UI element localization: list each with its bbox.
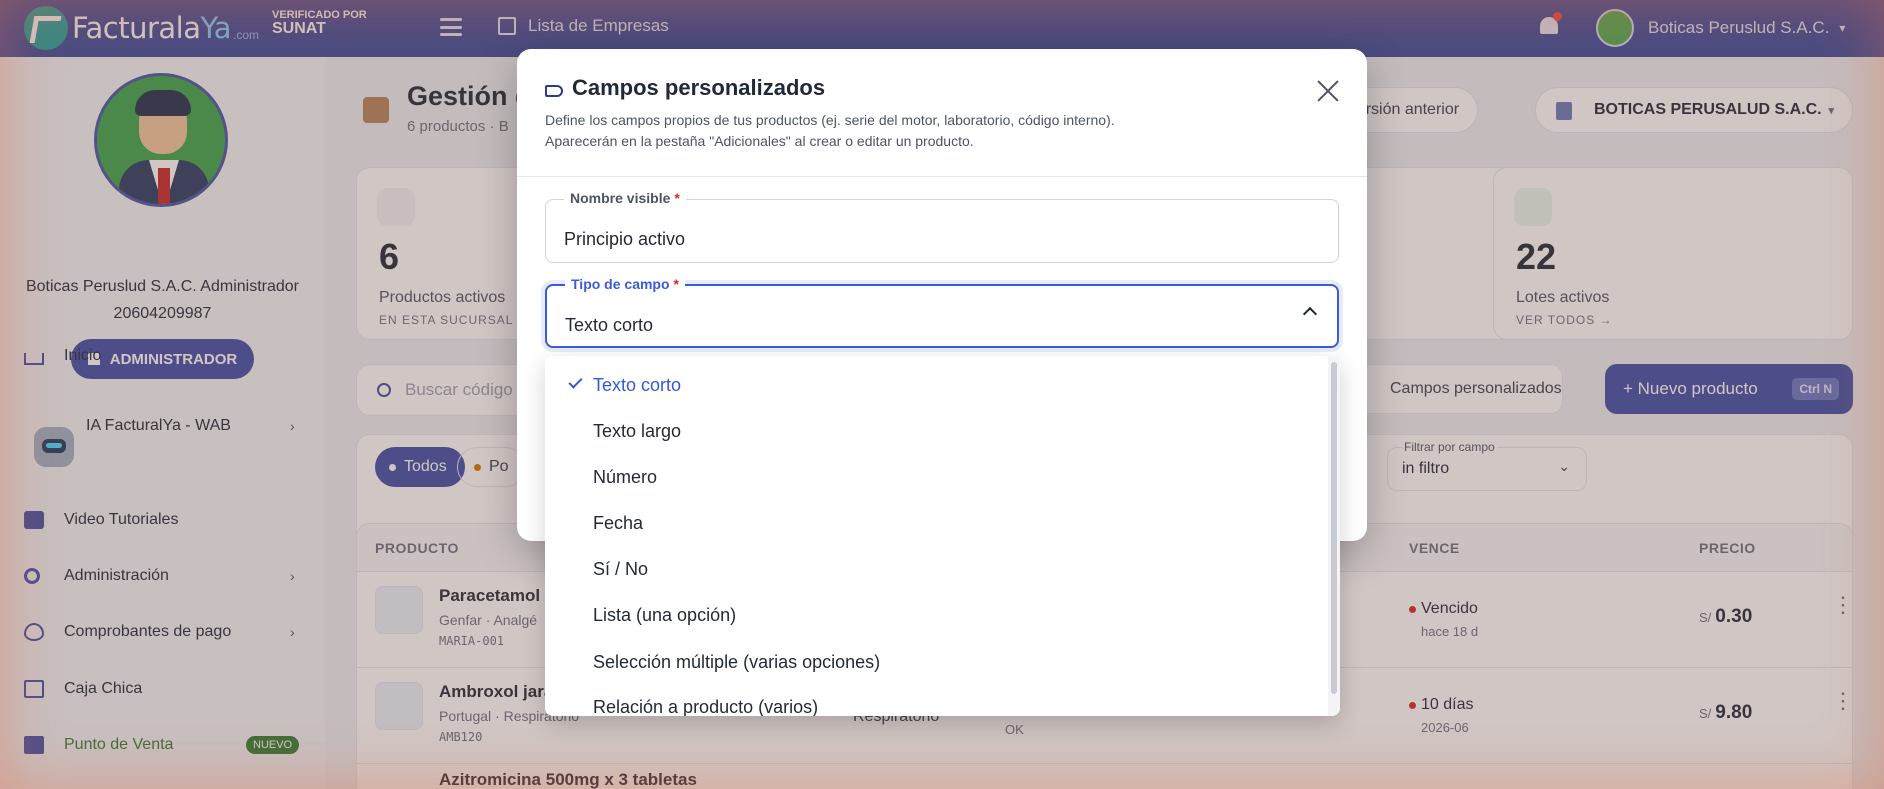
option-lista[interactable]: Lista (una opción) [545, 592, 1327, 638]
option-numero[interactable]: Número [545, 454, 1327, 500]
option-relacion-producto[interactable]: Relación a producto (varios) [545, 684, 1327, 716]
chevron-up-icon [1302, 306, 1318, 322]
option-fecha[interactable]: Fecha [545, 500, 1327, 546]
close-icon[interactable] [1314, 77, 1342, 105]
divider [517, 176, 1367, 177]
field-type-dropdown: Texto corto Texto largo Número Fecha Sí … [545, 356, 1340, 716]
tag-icon [545, 85, 563, 97]
field-type-select[interactable]: Tipo de campo * Texto corto [545, 276, 1339, 348]
option-seleccion-multiple[interactable]: Selección múltiple (varias opciones) [545, 639, 1327, 685]
field-name-input[interactable]: Nombre visible * Principio activo [545, 190, 1339, 263]
scrollbar-thumb[interactable] [1331, 362, 1337, 694]
modal-description: Define los campos propios de tus product… [545, 112, 1115, 128]
check-icon [568, 374, 583, 389]
option-texto-largo[interactable]: Texto largo [545, 408, 1327, 454]
option-si-no[interactable]: Sí / No [545, 546, 1327, 592]
modal-title: Campos personalizados [572, 75, 826, 100]
modal-description-2: Aparecerán en la pestaña "Adicionales" a… [545, 133, 974, 149]
option-texto-corto[interactable]: Texto corto [545, 362, 1327, 408]
